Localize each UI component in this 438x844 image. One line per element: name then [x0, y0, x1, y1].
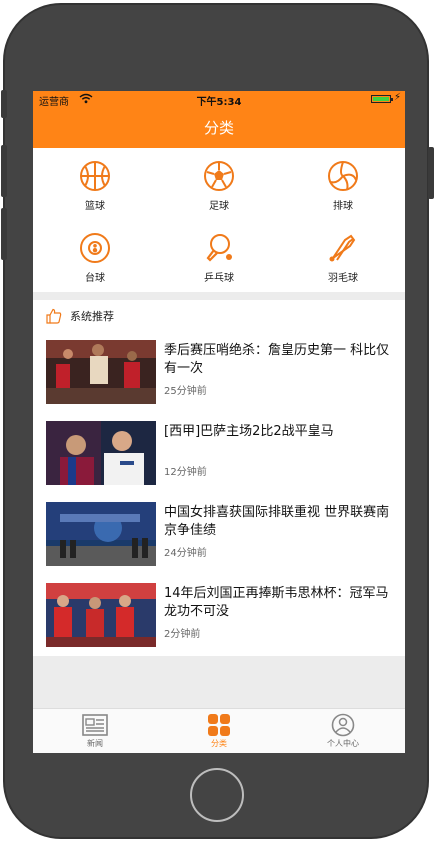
recommend-heading: 系统推荐 — [70, 310, 114, 323]
tab-label: 个人中心 — [327, 739, 359, 748]
phone-mute-switch — [1, 90, 7, 118]
news-item[interactable]: [西甲]巴萨主场2比2战平皇马 12分钟前 — [33, 413, 405, 494]
news-thumbnail — [46, 583, 156, 647]
news-time: 25分钟前 — [164, 386, 207, 397]
news-time: 12分钟前 — [164, 467, 207, 478]
category-label: 排球 — [333, 201, 353, 212]
news-time: 2分钟前 — [164, 629, 201, 640]
basketball-icon — [80, 161, 110, 191]
phone-volume-up — [1, 145, 7, 197]
ping-pong-icon — [206, 234, 232, 262]
phone-power-button — [428, 147, 434, 199]
category-billiards[interactable]: 台球 — [33, 220, 157, 292]
news-item[interactable]: 中国女排喜获国际排联重视 世界联赛南京争佳绩 24分钟前 — [33, 494, 405, 575]
news-thumbnail — [46, 340, 156, 404]
status-bar: 运营商 下午5:34 ⚡ — [33, 91, 405, 108]
category-volleyball[interactable]: 排球 — [281, 148, 405, 220]
recommend-header: 系统推荐 — [33, 300, 405, 332]
category-basketball[interactable]: 篮球 — [33, 148, 157, 220]
phone-volume-down — [1, 208, 7, 260]
section-divider — [33, 292, 405, 300]
category-grid-icon — [208, 714, 230, 736]
volleyball-icon — [328, 161, 358, 191]
category-label: 台球 — [85, 273, 105, 284]
category-label: 乒乓球 — [204, 273, 234, 284]
tab-label: 新闻 — [87, 739, 103, 748]
billiards-ball-icon — [80, 233, 110, 263]
category-ping-pong[interactable]: 乒乓球 — [157, 220, 281, 292]
news-section: 系统推荐 季后赛压哨绝杀：詹皇历史第一 科比仅有一次 25分钟前 [西甲]巴萨主… — [33, 300, 405, 656]
tab-category[interactable]: 分类 — [157, 709, 281, 753]
category-grid: 篮球 足球 排球 台球 乒乓球 羽毛球 — [33, 148, 405, 292]
tab-bar: 新闻 分类 个人中心 — [33, 708, 405, 753]
category-badminton[interactable]: 羽毛球 — [281, 220, 405, 292]
news-title: [西甲]巴萨主场2比2战平皇马 — [164, 424, 334, 439]
battery-icon — [371, 95, 393, 103]
category-label: 羽毛球 — [328, 273, 358, 284]
category-label: 足球 — [209, 201, 229, 212]
news-thumbnail — [46, 421, 156, 485]
news-title: 14年后刘国正再捧斯韦思林杯：冠军马龙功不可没 — [164, 586, 389, 619]
tab-profile[interactable]: 个人中心 — [281, 709, 405, 753]
empty-area — [33, 656, 405, 712]
news-title: 季后赛压哨绝杀：詹皇历史第一 科比仅有一次 — [164, 343, 390, 376]
profile-icon — [331, 713, 355, 737]
home-button[interactable] — [190, 768, 244, 822]
tab-news[interactable]: 新闻 — [33, 709, 157, 753]
tab-label: 分类 — [211, 739, 227, 748]
news-item[interactable]: 14年后刘国正再捧斯韦思林杯：冠军马龙功不可没 2分钟前 — [33, 575, 405, 656]
category-label: 篮球 — [85, 201, 105, 212]
charging-icon: ⚡ — [393, 92, 401, 103]
nav-bar: 分类 — [33, 108, 405, 148]
news-title: 中国女排喜获国际排联重视 世界联赛南京争佳绩 — [164, 505, 390, 538]
category-soccer[interactable]: 足球 — [157, 148, 281, 220]
page-title: 分类 — [203, 119, 234, 137]
status-time: 下午5:34 — [196, 97, 242, 108]
news-item[interactable]: 季后赛压哨绝杀：詹皇历史第一 科比仅有一次 25分钟前 — [33, 332, 405, 413]
badminton-icon — [329, 234, 356, 262]
app-screen: 运营商 下午5:34 ⚡ 分类 篮球 足球 排球 台球 乒乓球 羽毛球 系统推荐… — [33, 91, 405, 753]
thumbs-up-icon — [46, 308, 62, 324]
news-thumbnail — [46, 502, 156, 566]
soccer-ball-icon — [204, 161, 234, 191]
news-time: 24分钟前 — [164, 548, 207, 559]
news-icon — [82, 714, 108, 736]
